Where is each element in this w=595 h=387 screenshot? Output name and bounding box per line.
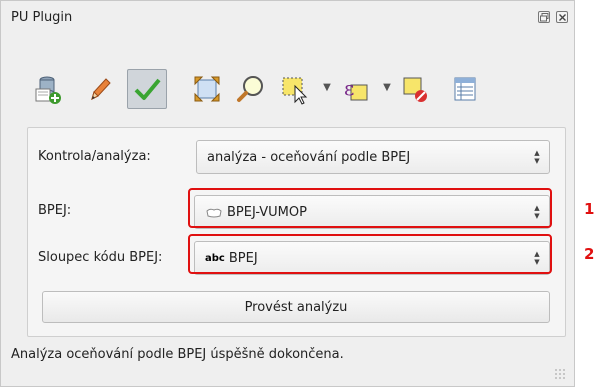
spin-arrows-icon: ▲ ▼ (534, 149, 540, 165)
highlight-box-1 (188, 188, 552, 228)
toolbar: ▼ ε ▼ (29, 69, 554, 119)
sloupec-label: Sloupec kódu BPEJ: (38, 250, 163, 265)
zoom-extent-icon[interactable] (187, 69, 227, 109)
select-features-icon[interactable] (275, 69, 315, 109)
pencil-icon[interactable] (79, 69, 119, 109)
checkmark-icon[interactable] (127, 69, 167, 109)
dropdown-arrow-icon[interactable]: ▼ (322, 83, 332, 93)
close-icon[interactable] (556, 11, 568, 23)
annotation-marker-1: 1 (584, 200, 595, 218)
kontrola-select[interactable]: analýza - oceňování podle BPEJ ▲ ▼ (196, 140, 550, 174)
run-analysis-button[interactable]: Provést analýzu (42, 291, 550, 323)
clear-selection-icon[interactable] (395, 69, 435, 109)
panel-title: PU Plugin (11, 10, 73, 25)
kontrola-value: analýza - oceňování podle BPEJ (207, 150, 411, 165)
expression-select-icon[interactable]: ε (335, 69, 375, 109)
attribute-table-icon[interactable] (445, 69, 485, 109)
annotation-marker-2: 2 (584, 245, 595, 263)
title-bar: PU Plugin (1, 1, 574, 31)
resize-grip[interactable] (554, 368, 566, 380)
highlight-box-2 (188, 234, 552, 274)
dropdown-arrow-icon[interactable]: ▼ (382, 83, 392, 93)
database-add-icon[interactable] (29, 69, 69, 109)
kontrola-label: Kontrola/analýza: (38, 149, 151, 164)
bpej-label: BPEJ: (38, 203, 72, 218)
analysis-form: Kontrola/analýza: analýza - oceňování po… (27, 127, 566, 337)
status-message: Analýza oceňování podle BPEJ úspěšně dok… (11, 347, 344, 362)
float-icon[interactable] (538, 11, 550, 23)
svg-text:ε: ε (344, 76, 354, 100)
zoom-magnifier-icon[interactable] (231, 69, 271, 109)
